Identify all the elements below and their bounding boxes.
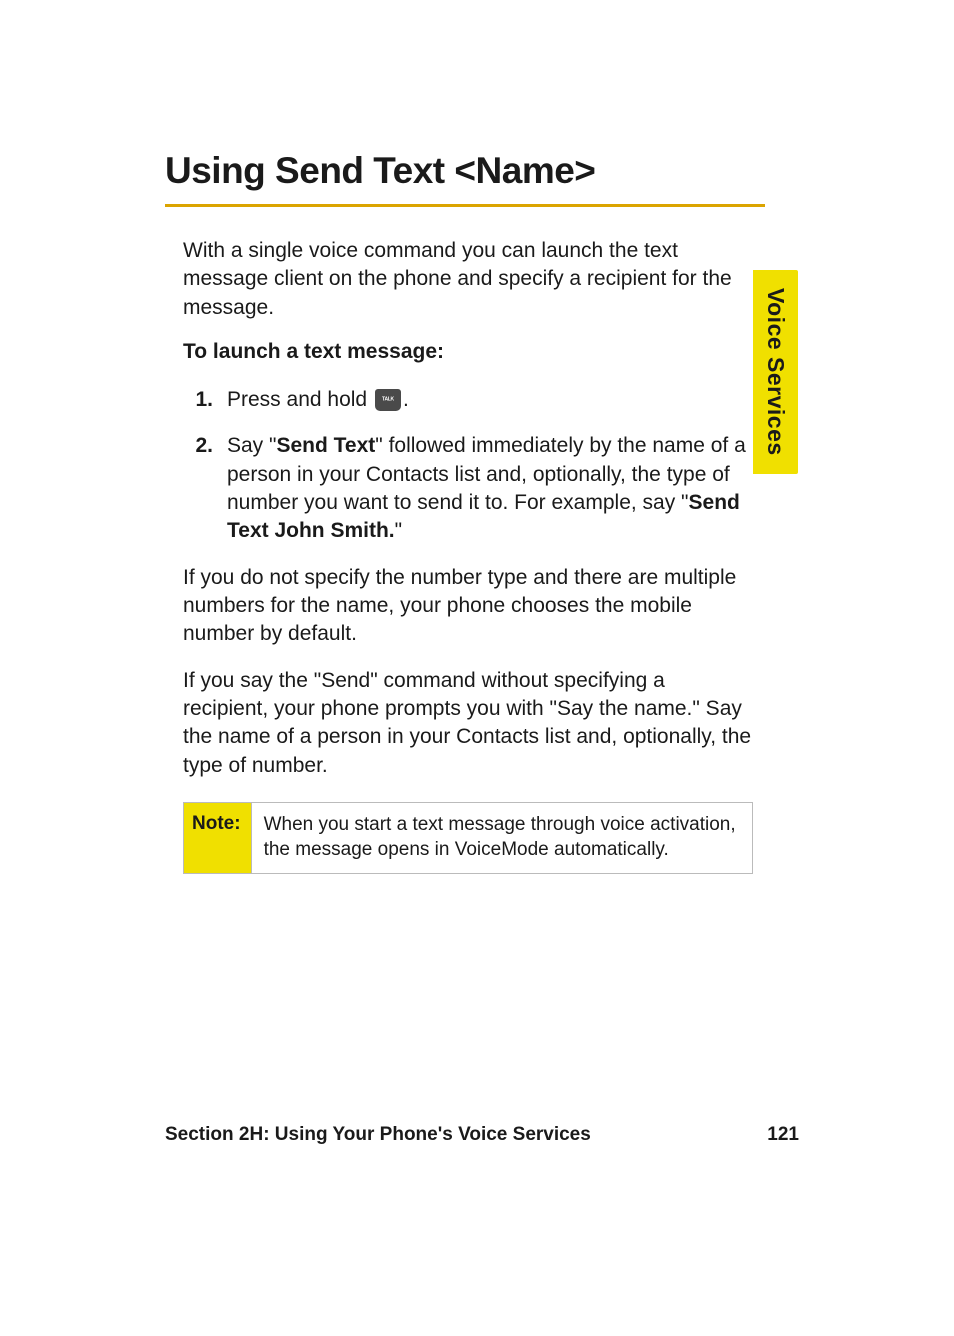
- note-label: Note:: [184, 803, 252, 872]
- step1-post-text: .: [403, 388, 409, 411]
- footer-page-number: 121: [767, 1124, 799, 1146]
- content-area: With a single voice command you can laun…: [183, 237, 753, 874]
- page-container: Voice Services Using Send Text <Name> Wi…: [0, 0, 954, 1336]
- step-2: 2. Say "Send Text" followed immediately …: [183, 432, 753, 545]
- note-text: When you start a text message through vo…: [252, 803, 752, 872]
- steps-list: 1. Press and hold . 2. Say "Send Text" f…: [183, 386, 753, 546]
- step1-pre-text: Press and hold: [227, 388, 373, 411]
- paragraph-default-mobile: If you do not specify the number type an…: [183, 564, 753, 649]
- subheading-launch: To launch a text message:: [183, 340, 753, 364]
- page-footer: Section 2H: Using Your Phone's Voice Ser…: [165, 1124, 799, 1146]
- intro-paragraph: With a single voice command you can laun…: [183, 237, 753, 322]
- step-body: Press and hold .: [227, 386, 753, 414]
- talk-key-icon: [375, 389, 401, 411]
- step2-t1: Say ": [227, 434, 276, 457]
- note-box: Note: When you start a text message thro…: [183, 802, 753, 873]
- page-heading: Using Send Text <Name>: [165, 150, 864, 192]
- paragraph-say-name: If you say the "Send" command without sp…: [183, 667, 753, 780]
- step2-t3: ": [395, 519, 402, 542]
- footer-section-label: Section 2H: Using Your Phone's Voice Ser…: [165, 1124, 591, 1146]
- step-number: 2.: [183, 432, 227, 460]
- step2-b1: Send Text: [276, 434, 375, 457]
- heading-rule: [165, 204, 765, 207]
- step-1: 1. Press and hold .: [183, 386, 753, 414]
- step-number: 1.: [183, 386, 227, 414]
- side-tab-voice-services: Voice Services: [753, 270, 798, 474]
- step-body: Say "Send Text" followed immediately by …: [227, 432, 753, 545]
